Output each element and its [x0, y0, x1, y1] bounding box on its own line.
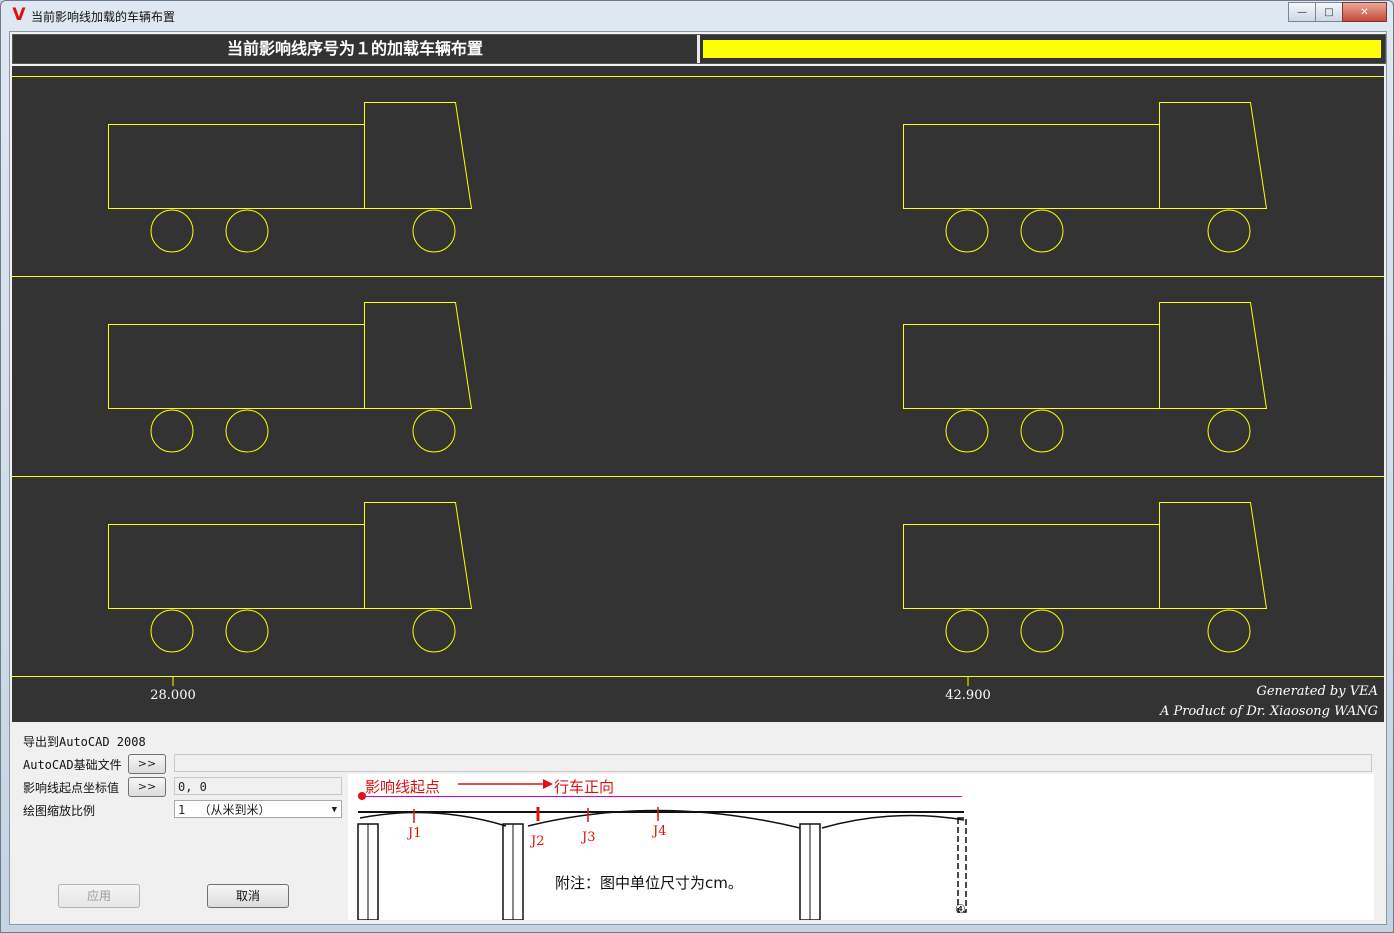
origin-label: 影响线起点坐标值 [23, 781, 120, 795]
page-title: 当前影响线序号为１的加载车辆布置 [13, 35, 700, 63]
truck-wheel [945, 209, 989, 253]
vehicle-layout-canvas: 28.000 42.900 Generated by VEA A Product… [12, 66, 1384, 722]
origin-field[interactable]: 0, 0 [174, 777, 342, 795]
point-label-j3: J3 [582, 830, 596, 845]
cancel-button[interactable]: 取消 [207, 884, 289, 908]
truck-wheel [225, 609, 269, 653]
position-label-2: 42.900 [945, 688, 991, 703]
scale-select-value: 1 （从米到米） [178, 803, 271, 817]
truck-cab [1159, 502, 1268, 609]
minimize-icon: — [1297, 6, 1307, 18]
truck-wheel [150, 409, 194, 453]
progress-bar [703, 40, 1381, 58]
close-icon: ✕ [1360, 6, 1369, 18]
bridge-diagram: 影响线起点 行车正向 J1 J2 J3 J4 附注：图中单位尺寸为cm。 ④ [348, 774, 1374, 920]
truck-wheel [1207, 209, 1251, 253]
point-label-j2: J2 [531, 834, 545, 849]
app-icon: V [12, 5, 26, 25]
truck-wheel [225, 409, 269, 453]
window-controls: — □ ✕ [1288, 2, 1387, 22]
scale-label: 绘图缩放比例 [23, 804, 96, 818]
main-window: V 当前影响线加载的车辆布置 — □ ✕ 当前影响线序号为１的加载车辆布置 28… [0, 0, 1394, 933]
position-label-1: 28.000 [150, 688, 196, 703]
export-panel: 导出到AutoCAD 2008 AutoCAD基础文件 >> 影响线起点坐标值 … [12, 722, 1384, 920]
maximize-icon: □ [1324, 6, 1334, 18]
pier-number-label: ④ [955, 902, 966, 916]
truck-wheel [225, 209, 269, 253]
truck-body [108, 324, 365, 409]
truck-wheel [412, 209, 456, 253]
truck-wheel [1207, 609, 1251, 653]
client-area: 当前影响线序号为１的加载车辆布置 28.000 42.900 Generated… [9, 31, 1387, 925]
apply-button[interactable]: 应用 [58, 884, 140, 908]
close-button[interactable]: ✕ [1342, 2, 1387, 22]
truck-wheel [150, 609, 194, 653]
base-file-label: AutoCAD基础文件 [23, 758, 122, 772]
chevron-down-icon: ▼ [331, 805, 337, 815]
end-pier [957, 817, 967, 913]
truck-cab [364, 502, 473, 609]
base-file-field[interactable] [174, 754, 1372, 772]
truck-wheel [1020, 609, 1064, 653]
browse-base-file-button[interactable]: >> [128, 754, 166, 774]
title-bar: V 当前影响线加载的车辆布置 — □ ✕ [1, 1, 1393, 30]
truck-body [903, 324, 1160, 409]
point-label-j1: J1 [408, 826, 422, 841]
truck-cab [364, 302, 473, 409]
credit-author: A Product of Dr. Xiaosong WANG [1159, 704, 1378, 719]
credit-generated: Generated by VEA [1256, 684, 1378, 699]
truck-cab [1159, 102, 1268, 209]
bridge-arch-3 [821, 814, 965, 829]
truck-body [903, 524, 1160, 609]
unit-note: 附注：图中单位尺寸为cm。 [555, 874, 743, 892]
export-section-title: 导出到AutoCAD 2008 [23, 735, 146, 749]
pick-origin-button[interactable]: >> [128, 777, 166, 797]
truck-wheel [150, 209, 194, 253]
maximize-button[interactable]: □ [1315, 2, 1343, 22]
progress-fill [703, 40, 1381, 58]
direction-arrow-head [543, 779, 553, 789]
window-title: 当前影响线加载的车辆布置 [31, 10, 176, 24]
truck-wheel [412, 609, 456, 653]
truck-body [108, 524, 365, 609]
truck-wheel [945, 409, 989, 453]
truck-wheel [1020, 409, 1064, 453]
truck-wheel [1207, 409, 1251, 453]
point-label-j4: J4 [653, 824, 667, 839]
driving-direction-label: 行车正向 [554, 778, 615, 796]
vehicle-drawing [12, 76, 1384, 686]
influence-start-label: 影响线起点 [365, 778, 441, 796]
truck-cab [364, 102, 473, 209]
truck-wheel [1020, 209, 1064, 253]
truck-cab [1159, 302, 1268, 409]
truck-wheel [945, 609, 989, 653]
truck-wheel [412, 409, 456, 453]
bridge-arch-1 [359, 811, 507, 827]
truck-body [903, 124, 1160, 209]
header-bar: 当前影响线序号为１的加载车辆布置 [12, 34, 1386, 64]
scale-select[interactable]: 1 （从米到米） ▼ [174, 800, 342, 818]
bridge-diagram-drawing [357, 779, 967, 920]
minimize-button[interactable]: — [1288, 2, 1316, 22]
truck-body [108, 124, 365, 209]
